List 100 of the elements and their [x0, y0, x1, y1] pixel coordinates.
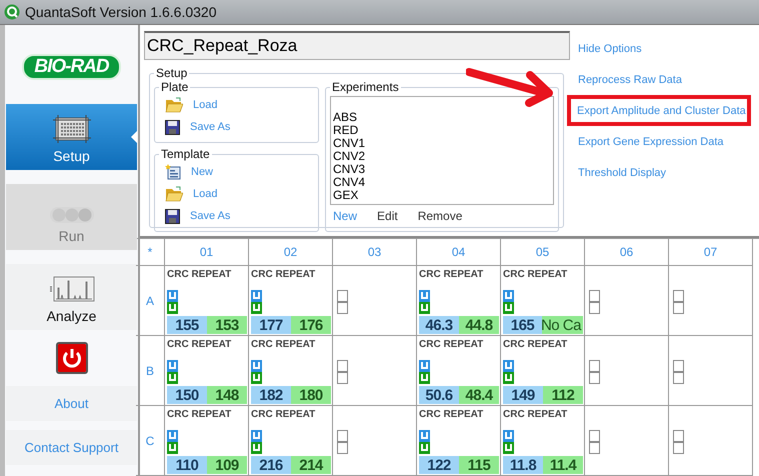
well[interactable]: CRC REPEAT 165 No Ca — [501, 266, 585, 336]
channel-1-value: 177 — [251, 316, 291, 334]
empty-well[interactable] — [333, 336, 417, 406]
channel-2-value: 11.4 — [543, 456, 583, 474]
well[interactable]: CRC REPEAT 46.3 44.8 — [417, 266, 501, 336]
column-header[interactable]: 02 — [249, 239, 333, 266]
empty-well[interactable] — [585, 336, 669, 406]
action-link[interactable]: New — [191, 166, 214, 178]
checkbox[interactable] — [337, 442, 348, 454]
channel-1-value: 110 — [167, 456, 207, 474]
sidebar-link[interactable]: Contact Support — [6, 430, 137, 465]
checkbox[interactable] — [589, 430, 600, 442]
option-link[interactable]: Hide Options — [575, 33, 759, 64]
list-item[interactable]: CNV2 — [333, 150, 551, 163]
nav-label: Setup — [53, 148, 90, 164]
channel-1-value: 149 — [503, 386, 543, 404]
sample-name: CRC REPEAT — [251, 269, 316, 282]
app-icon — [4, 4, 20, 20]
checkbox[interactable] — [337, 372, 348, 384]
nav-label: Analyze — [46, 308, 96, 324]
checkbox[interactable] — [673, 360, 684, 372]
row-header[interactable]: B — [136, 336, 165, 406]
nav-tile[interactable]: Analyze — [6, 264, 137, 330]
new-document-icon — [165, 164, 181, 180]
bio-rad-logo: BIO-RAD — [22, 54, 121, 80]
checkbox[interactable] — [673, 430, 684, 442]
row-header[interactable]: C — [136, 406, 165, 476]
well[interactable]: CRC REPEAT 110 109 — [165, 406, 249, 476]
channel-2-value: No Ca — [542, 316, 583, 334]
empty-well[interactable] — [585, 406, 669, 476]
channel-2-value: 180 — [291, 386, 331, 404]
group-title: Plate — [160, 80, 190, 94]
empty-well[interactable] — [333, 266, 417, 336]
circles-icon — [48, 206, 94, 224]
action-link[interactable]: New — [333, 209, 358, 223]
well[interactable]: CRC REPEAT 177 176 — [249, 266, 333, 336]
column-header[interactable]: 04 — [417, 239, 501, 266]
folder-icon — [165, 186, 183, 202]
action-link[interactable]: Load — [193, 188, 218, 200]
well[interactable]: CRC REPEAT 155 153 — [165, 266, 249, 336]
chart-icon — [48, 276, 94, 304]
well[interactable]: CRC REPEAT 50.6 48.4 — [417, 336, 501, 406]
checkbox[interactable] — [589, 442, 600, 454]
empty-well[interactable] — [333, 406, 417, 476]
list-item[interactable]: CNV3 — [333, 163, 551, 176]
channel-2-value: 153 — [207, 316, 247, 334]
well[interactable]: CRC REPEAT 216 214 — [249, 406, 333, 476]
column-header[interactable]: 01 — [165, 239, 249, 266]
list-item[interactable]: RED — [333, 124, 551, 137]
power-icon[interactable] — [56, 342, 88, 374]
well[interactable]: CRC REPEAT 122 115 — [417, 406, 501, 476]
column-header[interactable]: 03 — [333, 239, 417, 266]
column-header[interactable]: 05 — [501, 239, 585, 266]
checkbox[interactable] — [337, 302, 348, 314]
empty-well[interactable] — [669, 266, 753, 336]
corner-header[interactable]: * — [136, 239, 165, 266]
sidebar-link[interactable]: About — [6, 386, 137, 421]
option-link[interactable]: Export Gene Expression Data — [575, 126, 759, 157]
checkbox[interactable] — [589, 372, 600, 384]
checkbox[interactable] — [337, 360, 348, 372]
list-item[interactable]: CNV4 — [333, 176, 551, 189]
channel-1-value: 50.6 — [419, 386, 459, 404]
checkbox[interactable] — [337, 430, 348, 442]
option-link[interactable]: Export Amplitude and Cluster Data — [567, 95, 751, 126]
checkbox[interactable] — [673, 290, 684, 302]
empty-well[interactable] — [669, 406, 753, 476]
well[interactable]: CRC REPEAT 182 180 — [249, 336, 333, 406]
group-title: Setup — [155, 66, 188, 80]
list-item[interactable]: GEX — [333, 189, 551, 202]
channel-2-value: 48.4 — [459, 386, 499, 404]
action-link[interactable]: Save As — [190, 210, 230, 222]
action-link[interactable]: Save As — [190, 121, 230, 133]
channel-2-value: 44.8 — [459, 316, 499, 334]
group-title: Template — [160, 147, 211, 161]
checkbox[interactable] — [337, 290, 348, 302]
nav-label: Run — [58, 228, 84, 244]
list-item[interactable]: CNV1 — [333, 137, 551, 150]
checkbox[interactable] — [589, 290, 600, 302]
group-title: Experiments — [331, 80, 400, 94]
well[interactable]: CRC REPEAT 11.8 11.4 — [501, 406, 585, 476]
well[interactable]: CRC REPEAT 149 112 — [501, 336, 585, 406]
column-header[interactable]: 06 — [585, 239, 669, 266]
nav-tile[interactable]: Setup — [6, 104, 137, 170]
well[interactable]: CRC REPEAT 150 148 — [165, 336, 249, 406]
empty-well[interactable] — [585, 266, 669, 336]
empty-well[interactable] — [669, 336, 753, 406]
column-header[interactable]: 07 — [669, 239, 753, 266]
checkbox[interactable] — [589, 360, 600, 372]
option-link[interactable]: Reprocess Raw Data — [575, 64, 759, 95]
sample-name: CRC REPEAT — [167, 339, 232, 352]
row-header[interactable]: A — [136, 266, 165, 336]
list-item[interactable]: ABS — [333, 111, 551, 124]
checkbox[interactable] — [673, 442, 684, 454]
plate-name-field[interactable]: CRC_Repeat_Roza — [144, 31, 570, 60]
option-link[interactable]: Threshold Display — [575, 157, 759, 188]
checkbox[interactable] — [589, 302, 600, 314]
action-link[interactable]: Load — [193, 99, 218, 111]
checkbox[interactable] — [673, 302, 684, 314]
checkbox[interactable] — [673, 372, 684, 384]
channel-1-value: 122 — [419, 456, 459, 474]
